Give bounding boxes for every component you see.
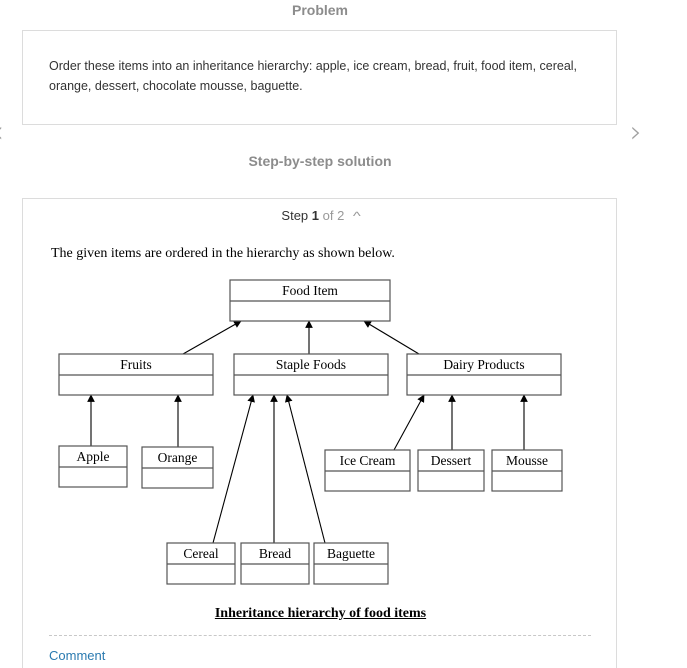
class-box-food-item: Food Item: [229, 279, 391, 322]
class-box-label: Staple Foods: [276, 357, 346, 372]
solution-card: Step 1 of 2 ^ The given items are ordere…: [22, 198, 617, 668]
class-box-baguette: Baguette: [313, 542, 389, 585]
class-box-label: Food Item: [282, 283, 338, 298]
class-box-fruits: Fruits: [58, 353, 214, 396]
solution-title: Step-by-step solution: [248, 153, 392, 169]
comment-link[interactable]: Comment: [49, 648, 105, 663]
class-box-mousse: Mousse: [491, 449, 563, 492]
chevron-right-icon[interactable]: ›: [630, 118, 642, 148]
class-box-label: Mousse: [506, 453, 548, 468]
class-box-label: Dairy Products: [443, 357, 524, 372]
inheritance-arrow-fruits-to-food-item: [182, 320, 242, 355]
problem-title: Problem: [291, 2, 348, 18]
problem-card: Order these items into an inheritance hi…: [22, 30, 617, 125]
class-box-label: Fruits: [120, 357, 152, 372]
class-box-label: Ice Cream: [340, 453, 396, 468]
class-box-label: Bread: [259, 546, 291, 561]
inheritance-arrow-dairy-products-to-food-item: [363, 320, 420, 355]
inheritance-diagram: Food Item Fruits Staple Foods Dairy Product…: [58, 279, 563, 585]
class-box-label: Cereal: [183, 546, 218, 561]
chevron-left-icon[interactable]: ‹: [0, 118, 4, 148]
divider: [49, 635, 591, 636]
class-box-orange: Orange: [141, 446, 214, 489]
class-box-staple-foods: Staple Foods: [233, 353, 389, 396]
class-box-label: Dessert: [431, 453, 472, 468]
inheritance-arrow-cereal-to-staple-foods: [212, 394, 255, 544]
inheritance-arrow-ice-cream-to-dairy-products: [393, 394, 425, 451]
class-box-dessert: Dessert: [417, 449, 485, 492]
class-box-ice-cream: Ice Cream: [324, 449, 411, 492]
class-box-apple: Apple: [58, 445, 128, 488]
class-box-cereal: Cereal: [166, 542, 236, 585]
inheritance-arrow-baguette-to-staple-foods: [284, 394, 326, 544]
class-box-label: Baguette: [327, 546, 375, 561]
problem-text: Order these items into an inheritance hi…: [49, 59, 578, 93]
class-box-label: Orange: [158, 450, 198, 465]
class-box-label: Apple: [77, 449, 110, 464]
class-box-dairy-products: Dairy Products: [406, 353, 562, 396]
diagram-caption: Inheritance hierarchy of food items: [214, 606, 427, 621]
diagram-nodes: Food Item Fruits Staple Foods Dairy Product…: [58, 279, 563, 585]
class-box-bread: Bread: [240, 542, 310, 585]
